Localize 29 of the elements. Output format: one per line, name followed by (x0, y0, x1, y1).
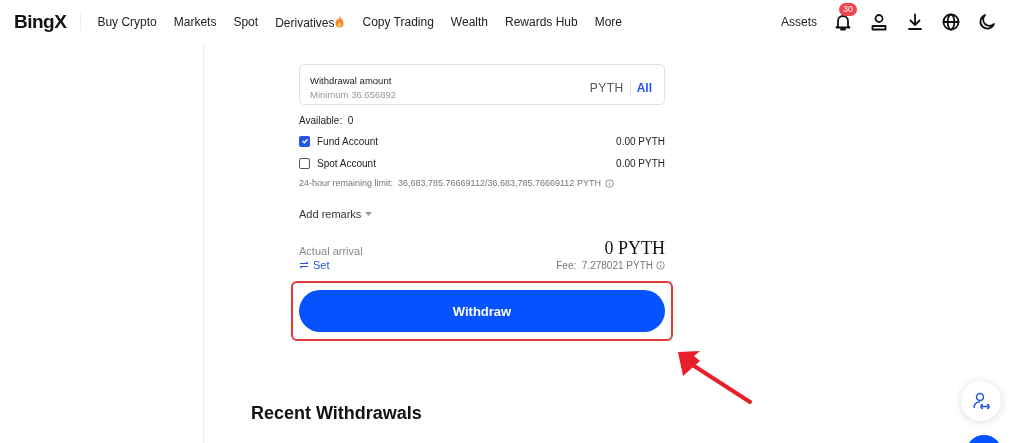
nav-link[interactable]: Wealth (450, 15, 488, 29)
nav-link[interactable]: Rewards Hub (505, 15, 578, 29)
amount-field[interactable]: Withdrawal amount Minimum 36.656892 PYTH All (299, 64, 665, 105)
nav-link[interactable]: Derivatives (275, 14, 346, 30)
limit-text: 24-hour remaining limit: 36,683,785.76669112/36,683,785.76669112 PYTH (299, 178, 601, 188)
withdraw-button[interactable]: Withdraw (299, 290, 665, 332)
section-title: Recent Withdrawals (251, 403, 423, 424)
account-name: Spot Account (317, 157, 377, 169)
nav-link[interactable]: More (594, 15, 623, 29)
field-label: Withdrawal amount (310, 75, 393, 86)
unit-label: PYTH (589, 80, 631, 95)
nav-link[interactable]: Buy Crypto (97, 15, 157, 29)
arrival-label: Actual arrival (299, 245, 363, 257)
remarks-toggle[interactable]: Add remarks (299, 208, 665, 220)
brand-logo[interactable]: BingX (14, 13, 82, 31)
nav-link[interactable]: Markets (173, 15, 217, 29)
fee-text: Fee: 7.278021 PYTH (556, 259, 653, 271)
notification-button[interactable]: 30 (833, 2, 861, 32)
account-balance: 0.00 PYTH (616, 135, 665, 147)
set-link[interactable]: Set (299, 259, 330, 271)
assets-link[interactable]: Assets (781, 15, 817, 29)
nav-link[interactable]: Copy Trading (362, 15, 434, 29)
nav-link[interactable]: Spot (233, 15, 259, 29)
all-link[interactable]: All (636, 80, 652, 95)
available-balance: Available: 0 (299, 115, 355, 126)
account-balance: 0.00 PYTH (616, 157, 665, 169)
notification-badge: 30 (839, 3, 857, 16)
account-name: Fund Account (317, 135, 380, 147)
arrival-amount: 0 PYTH (604, 239, 665, 257)
